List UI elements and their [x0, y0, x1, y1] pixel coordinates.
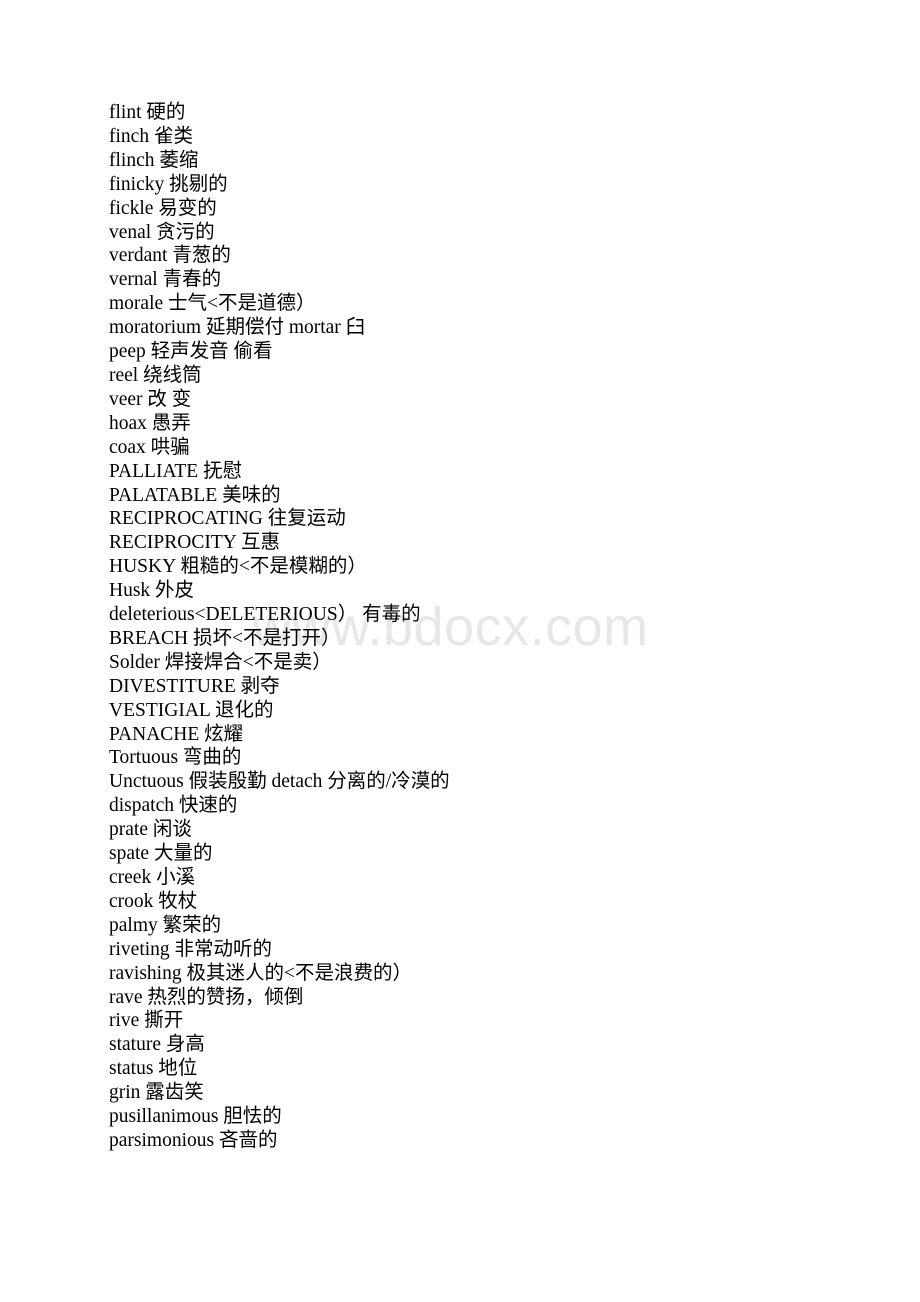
- vocabulary-line: hoax 愚弄: [109, 412, 191, 434]
- vocabulary-line: Husk 外皮: [109, 580, 195, 602]
- vocabulary-line: vernal 青春的: [109, 269, 222, 291]
- vocabulary-line: stature 身高: [109, 1034, 205, 1056]
- vocabulary-line: morale 士气<不是道德）: [109, 293, 316, 315]
- document-text-body: flint 硬的 finch 雀类 flinch 萎缩 finicky 挑剔的 fick…: [109, 101, 860, 1153]
- vocabulary-line: veer 改 变: [109, 388, 192, 410]
- vocabulary-line: RECIPROCITY 互惠: [109, 532, 280, 554]
- vocabulary-line: verdant 青葱的: [109, 245, 231, 267]
- vocabulary-line: PALLIATE 抚慰: [109, 460, 243, 482]
- vocabulary-line: BREACH 损坏<不是打开）: [109, 627, 341, 649]
- vocabulary-line: flint 硬的: [109, 102, 186, 123]
- vocabulary-line: Solder 焊接焊合<不是卖）: [109, 651, 332, 673]
- vocabulary-line: pusillanimous 胆怯的: [109, 1106, 282, 1128]
- vocabulary-line: coax 哄骗: [109, 436, 190, 458]
- vocabulary-line: PALATABLE 美味的: [109, 484, 281, 506]
- vocabulary-line: status 地位: [109, 1058, 198, 1080]
- vocabulary-line: dispatch 快速的: [109, 795, 238, 817]
- vocabulary-line: reel 绕线筒: [109, 364, 202, 386]
- vocabulary-line: grin 露齿笑: [109, 1082, 204, 1104]
- document-page: www.bdocx.com flint 硬的 finch 雀类 flinch 萎缩 f…: [0, 0, 920, 1302]
- vocabulary-line: riveting 非常动听的: [109, 938, 273, 960]
- vocabulary-line: deleterious<DELETERIOUS） 有毒的: [109, 604, 421, 626]
- vocabulary-line: flinch 萎缩: [109, 149, 199, 171]
- vocabulary-line: HUSKY 粗糙的<不是模糊的）: [109, 556, 367, 578]
- vocabulary-line: prate 闲谈: [109, 819, 192, 841]
- vocabulary-line: fickle 易变的: [109, 197, 217, 219]
- vocabulary-line: finch 雀类: [109, 125, 193, 147]
- vocabulary-line: spate 大量的: [109, 843, 213, 865]
- vocabulary-line: Unctuous 假装殷勤 detach 分离的/冷漠的: [109, 771, 450, 793]
- vocabulary-line: RECIPROCATING 往复运动: [109, 508, 346, 530]
- vocabulary-line: parsimonious 吝啬的: [109, 1129, 278, 1151]
- vocabulary-line: palmy 繁荣的: [109, 914, 222, 936]
- vocabulary-line: ravishing 极其迷人的<不是浪费的）: [109, 962, 412, 984]
- vocabulary-line: PANACHE 炫耀: [109, 723, 244, 745]
- vocabulary-line: rive 撕开: [109, 1010, 184, 1032]
- vocabulary-line: Tortuous 弯曲的: [109, 747, 242, 769]
- vocabulary-line: VESTIGIAL 退化的: [109, 699, 274, 721]
- vocabulary-line: venal 贪污的: [109, 221, 215, 243]
- vocabulary-line: peep 轻声发音 偷看: [109, 341, 273, 363]
- vocabulary-line: finicky 挑剔的: [109, 173, 228, 195]
- vocabulary-line: rave 热烈的赞扬，倾倒: [109, 986, 304, 1008]
- vocabulary-line: DIVESTITURE 剥夺: [109, 675, 280, 697]
- vocabulary-line: crook 牧杖: [109, 890, 198, 912]
- vocabulary-line: moratorium 延期偿付 mortar 臼: [109, 317, 366, 339]
- vocabulary-line: creek 小溪: [109, 867, 196, 888]
